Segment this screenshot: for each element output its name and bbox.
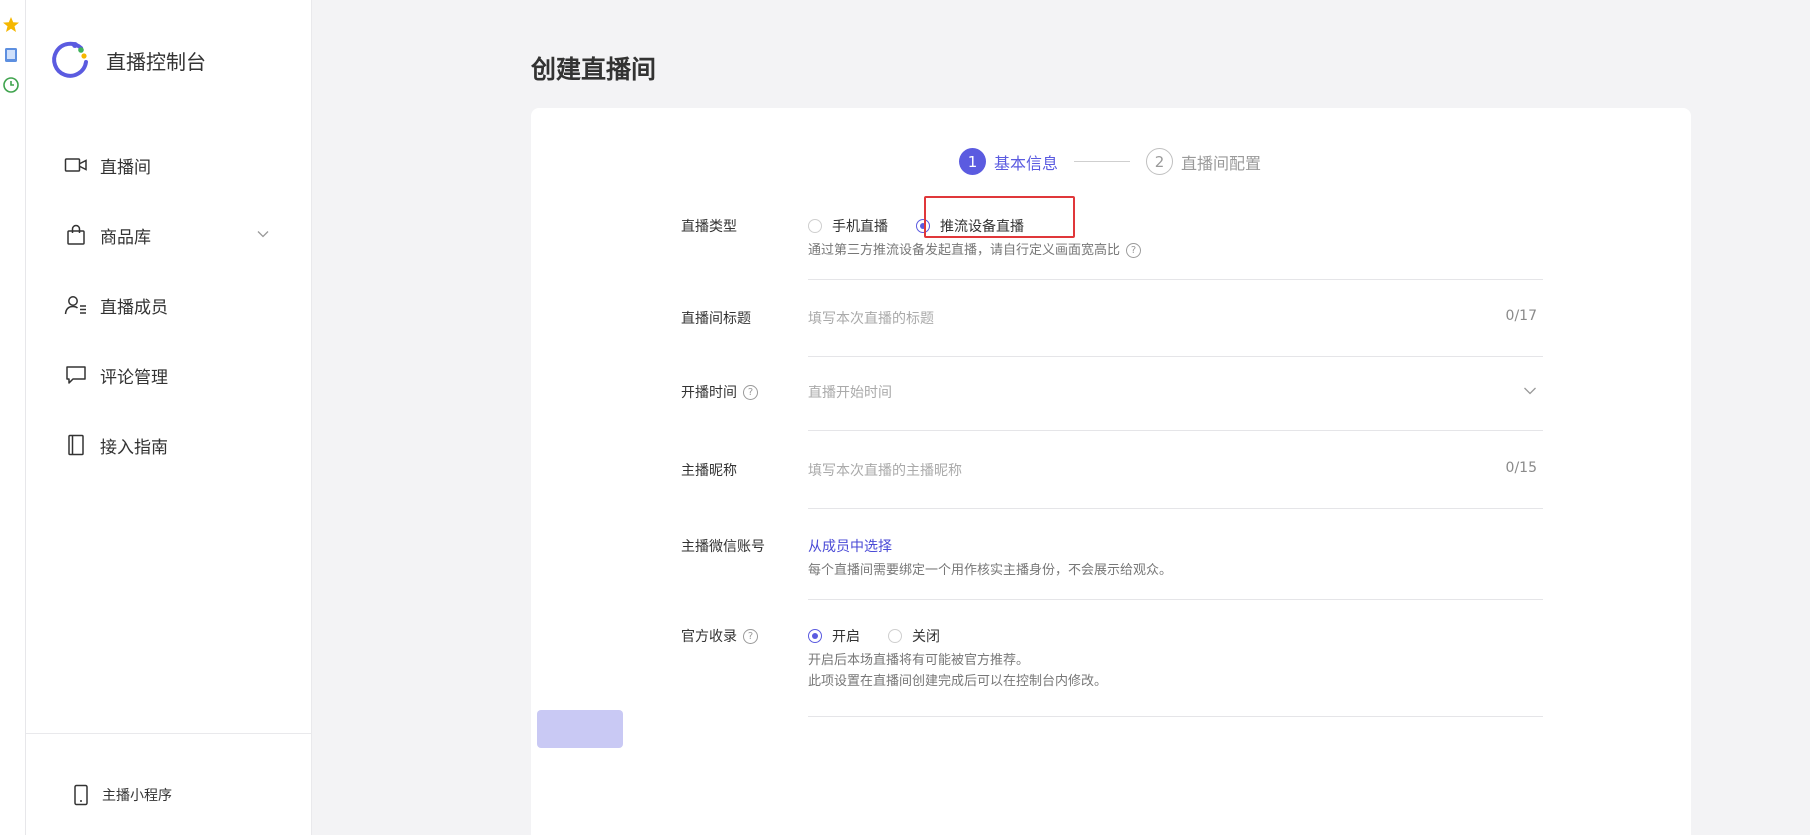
anchor-nickname-content: 0/15 xyxy=(808,460,1543,479)
anchor-nickname-input[interactable] xyxy=(808,463,1543,479)
title-label: 直播间标题 xyxy=(681,311,751,327)
next-step-button[interactable] xyxy=(537,710,623,748)
sidebar-item-comments[interactable]: 评论管理 xyxy=(26,340,311,410)
chevron-down-icon[interactable] xyxy=(1523,384,1537,398)
members-icon xyxy=(64,293,88,317)
sidebar-item-label: 商品库 xyxy=(100,227,151,248)
brand[interactable]: 直播控制台 xyxy=(48,38,206,82)
sidebar-anchor-mini-program[interactable]: 主播小程序 xyxy=(70,784,172,806)
anchor-nickname-label: 主播昵称 xyxy=(681,463,737,479)
start-time-content[interactable] xyxy=(808,382,1543,401)
sidebar-item-products[interactable]: 商品库 xyxy=(26,200,311,270)
sidebar-item-label: 直播成员 xyxy=(100,297,168,318)
radio-label: 手机直播 xyxy=(832,219,888,235)
sidebar-item-members[interactable]: 直播成员 xyxy=(26,270,311,340)
mini-program-label: 主播小程序 xyxy=(102,788,172,804)
radio-dot xyxy=(888,629,902,643)
select-from-members-link[interactable]: 从成员中选择 xyxy=(808,539,892,555)
anchor-wechat-content: 从成员中选择 每个直播间需要绑定一个用作核实主播身份，不会展示给观众。 xyxy=(808,536,1543,581)
step-basic-info[interactable]: 1 基本信息 xyxy=(959,148,1058,175)
step-number: 2 xyxy=(1146,148,1174,175)
mobile-phone-icon xyxy=(70,784,92,806)
create-room-card: 1 基本信息 2 直播间配置 直播类型 手机直播 推流设备直播 通过第三方推流设… xyxy=(531,108,1691,835)
step-label: 基本信息 xyxy=(994,153,1059,173)
radio-dot xyxy=(916,219,930,233)
live-type-radio-group: 手机直播 推流设备直播 xyxy=(808,216,1543,236)
title-content: 0/17 xyxy=(808,308,1543,327)
start-time-label: 开播时间 ? xyxy=(681,382,758,402)
row-divider xyxy=(808,599,1543,600)
live-type-content: 手机直播 推流设备直播 通过第三方推流设备发起直播，请自行定义画面宽高比 ? xyxy=(808,216,1543,261)
shopping-bag-icon xyxy=(64,223,88,247)
row-divider xyxy=(808,430,1543,431)
live-type-desc-text: 通过第三方推流设备发起直播，请自行定义画面宽高比 xyxy=(808,243,1121,258)
official-label: 官方收录 ? xyxy=(681,626,758,646)
radio-stream-device-live[interactable]: 推流设备直播 xyxy=(916,216,1024,236)
step-connector xyxy=(1074,161,1131,162)
radio-mobile-live[interactable]: 手机直播 xyxy=(808,216,888,236)
radio-label: 关闭 xyxy=(912,629,940,645)
page-title: 创建直播间 xyxy=(531,55,657,84)
start-time-input[interactable] xyxy=(808,385,1543,401)
sidebar-item-label: 直播间 xyxy=(100,157,151,178)
title-counter: 0/17 xyxy=(1505,308,1537,324)
chevron-down-icon[interactable] xyxy=(255,226,271,242)
radio-dot xyxy=(808,629,822,643)
video-camera-icon xyxy=(64,153,88,177)
official-content: 开启 关闭 开启后本场直播将有可能被官方推荐。 此项设置在直播间创建完成后可以在… xyxy=(808,626,1543,692)
anchor-nickname-counter: 0/15 xyxy=(1505,460,1537,476)
help-icon[interactable]: ? xyxy=(743,384,758,400)
radio-label: 开启 xyxy=(832,629,860,645)
radio-official-off[interactable]: 关闭 xyxy=(888,626,940,646)
anchor-wechat-desc: 每个直播间需要绑定一个用作核实主播身份，不会展示给观众。 xyxy=(808,563,1173,578)
row-divider xyxy=(808,356,1543,357)
sidebar-item-label: 接入指南 xyxy=(100,437,168,458)
comment-icon xyxy=(64,363,88,387)
row-divider xyxy=(808,716,1543,717)
official-radio-group: 开启 关闭 xyxy=(808,626,1543,646)
row-divider xyxy=(808,279,1543,280)
start-time-label-text: 开播时间 xyxy=(681,385,737,401)
sidebar-item-guide[interactable]: 接入指南 xyxy=(26,410,311,480)
row-divider xyxy=(808,508,1543,509)
bookmark-icon[interactable] xyxy=(2,46,20,64)
sidebar-item-live-room[interactable]: 直播间 xyxy=(26,130,311,200)
step-label: 直播间配置 xyxy=(1181,153,1262,173)
live-type-label: 直播类型 xyxy=(681,219,737,235)
sidebar: 直播控制台 直播间 商品库 直播成员 评论管理 接入指南 主播小程序 xyxy=(26,0,312,835)
book-icon xyxy=(64,433,88,457)
help-icon[interactable]: ? xyxy=(743,628,758,644)
radio-dot xyxy=(808,219,822,233)
sidebar-nav: 直播间 商品库 直播成员 评论管理 接入指南 xyxy=(26,130,311,480)
sidebar-divider xyxy=(26,733,311,734)
browser-tool-strip xyxy=(0,0,26,835)
step-room-config[interactable]: 2 直播间配置 xyxy=(1146,148,1261,175)
step-number: 1 xyxy=(959,148,986,175)
title-input[interactable] xyxy=(808,311,1543,327)
brand-name: 直播控制台 xyxy=(106,49,206,74)
sidebar-item-label: 评论管理 xyxy=(100,367,168,388)
radio-label: 推流设备直播 xyxy=(940,219,1024,235)
stepper: 1 基本信息 2 直播间配置 xyxy=(959,148,1261,175)
anchor-wechat-label: 主播微信账号 xyxy=(681,539,765,555)
app-root: 直播控制台 直播间 商品库 直播成员 评论管理 接入指南 主播小程序 创建直播间… xyxy=(0,0,1810,835)
official-label-text: 官方收录 xyxy=(681,629,737,645)
live-type-desc: 通过第三方推流设备发起直播，请自行定义画面宽高比 ? xyxy=(808,240,1543,261)
logo-icon xyxy=(52,41,88,78)
official-desc-1: 开启后本场直播将有可能被官方推荐。 xyxy=(808,653,1030,668)
history-clock-icon[interactable] xyxy=(2,76,20,94)
official-desc-2: 此项设置在直播间创建完成后可以在控制台内修改。 xyxy=(808,674,1108,689)
star-icon[interactable] xyxy=(2,16,20,34)
radio-official-on[interactable]: 开启 xyxy=(808,626,860,646)
help-icon[interactable]: ? xyxy=(1126,243,1142,258)
